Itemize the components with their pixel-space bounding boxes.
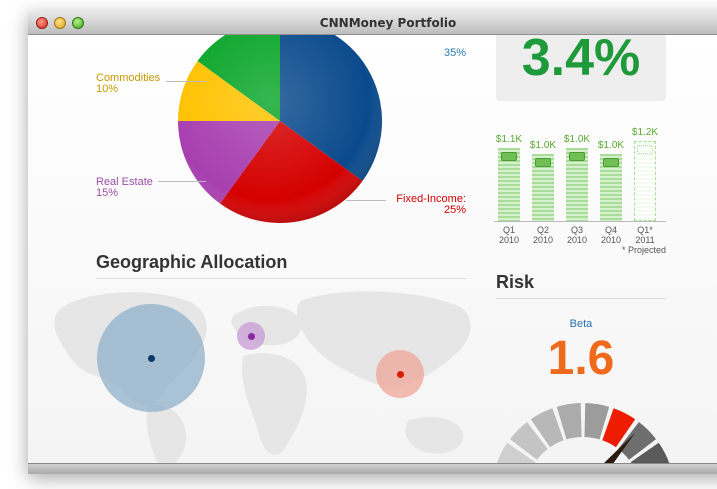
app-window: CNNMoney Portfolio Commodities 10% Real … — [28, 12, 717, 474]
bubble-dot-asia — [396, 370, 404, 378]
quarter-tick-label: Q3 2010 — [566, 225, 588, 245]
dashboard-content: Commodities 10% Real Estate 15% Fixed-In… — [28, 35, 717, 464]
label-stocks-value: 35% — [443, 47, 466, 59]
asset-allocation-pie — [178, 35, 382, 223]
geographic-allocation-heading: Geographic Allocation — [96, 252, 288, 272]
label-fixed-income: Fixed-Income: 25% — [388, 194, 466, 216]
chart-baseline — [494, 221, 666, 222]
quarter-tick-label: Q2 2010 — [532, 225, 554, 245]
africa-landmass — [241, 353, 307, 455]
window-title: CNNMoney Portfolio — [319, 16, 457, 30]
beta-gauge — [496, 403, 670, 464]
beta-value: 1.6 — [547, 332, 615, 385]
real-estate-leader-line — [158, 181, 206, 182]
status-bar — [28, 463, 717, 474]
quarterly-chart: $1.1K Q1 2010 $1.0K Q2 2010 $1.0K Q3 2010 $1.0K Q4… — [494, 101, 674, 261]
return-value: 3.4% — [521, 35, 641, 87]
quarter-tick-label: Q1* 2011 — [635, 225, 655, 245]
quarter-tick-label: Q1 2010 — [498, 225, 520, 245]
quarter-value-label: $1.0K — [563, 133, 591, 145]
dollar-bill-icon — [535, 158, 551, 168]
label-commodities-value: 10% — [96, 83, 119, 95]
label-real-estate: Real Estate 15% — [96, 177, 153, 199]
geographic-heading-rule — [96, 278, 466, 279]
south-america-landmass — [146, 405, 187, 464]
label-real-estate-value: 15% — [96, 187, 119, 199]
projected-note: * Projected — [621, 245, 666, 255]
pie-shading — [178, 35, 382, 223]
quarter-value-label: $1.0K — [529, 140, 557, 152]
dollar-bill-icon — [569, 151, 585, 161]
commodities-leader-line — [166, 81, 206, 82]
risk-heading: Risk — [496, 272, 535, 292]
quarter-value-label: $1.0K — [597, 140, 625, 152]
quarter-value-label: $1.1K — [495, 133, 523, 145]
bubble-dot-north-america — [147, 354, 155, 362]
quarter-value-label: $1.2K — [631, 127, 659, 138]
quarter-tick-label: Q4 2010 — [600, 225, 622, 245]
risk-heading-rule — [496, 298, 666, 299]
dollar-bill-icon — [637, 145, 653, 154]
title-bar[interactable]: CNNMoney Portfolio — [28, 12, 717, 35]
fixed-income-leader-line — [346, 200, 386, 201]
bubble-dot-europe — [247, 332, 255, 340]
return-panel: 3.4% — [496, 35, 666, 101]
label-commodities: Commodities 10% — [96, 73, 160, 95]
australia-landmass — [405, 417, 464, 454]
dollar-bill-icon — [603, 158, 619, 168]
beta-label: Beta — [569, 318, 593, 330]
dollar-bill-icon — [501, 151, 517, 161]
label-fixed-income-value: 25% — [443, 204, 466, 216]
